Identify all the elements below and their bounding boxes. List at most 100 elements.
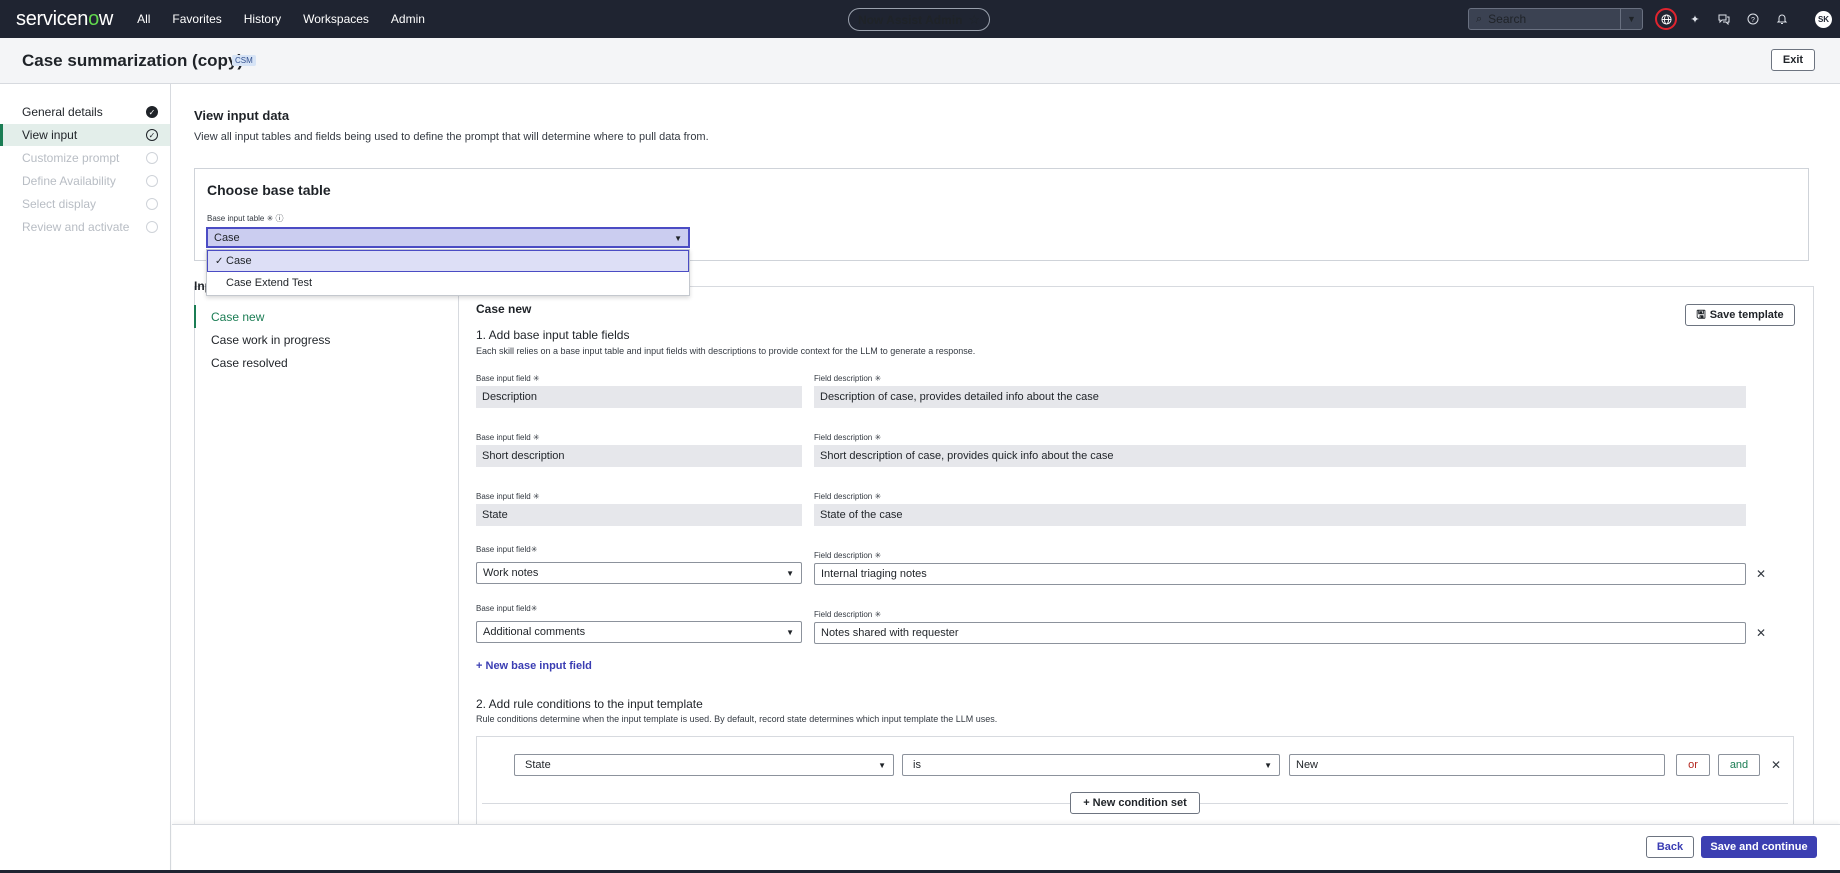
back-button[interactable]: Back: [1646, 836, 1694, 858]
step-label: Define Availability: [22, 174, 116, 188]
avatar[interactable]: SK: [1815, 11, 1832, 28]
search-icon: ⌕: [1476, 12, 1483, 25]
field-label: Base input field ✳: [476, 492, 540, 501]
template-item-case-resolved[interactable]: Case resolved: [194, 351, 458, 374]
footer-bar: [172, 824, 1840, 873]
step-define-availability: Define Availability: [0, 170, 170, 192]
and-button[interactable]: and: [1718, 754, 1760, 776]
base-field-readonly: State: [476, 504, 802, 526]
exit-button[interactable]: Exit: [1771, 49, 1815, 71]
caret-down-icon: ▼: [878, 761, 886, 770]
csm-badge: CSM: [232, 55, 256, 66]
new-condition-set-button[interactable]: + New condition set: [1070, 792, 1200, 814]
or-button[interactable]: or: [1676, 754, 1710, 776]
sparkle-icon[interactable]: ✦: [1686, 10, 1704, 28]
dropdown-option-case-extend-test[interactable]: Case Extend Test: [207, 272, 689, 294]
star-icon[interactable]: ☆: [968, 12, 980, 28]
step2-subtext: Rule conditions determine when the input…: [476, 714, 998, 724]
view-input-subtext: View all input tables and fields being u…: [194, 131, 709, 143]
field-description-input[interactable]: Notes shared with requester: [814, 622, 1746, 644]
base-field-readonly: Description: [476, 386, 802, 408]
remove-field-icon[interactable]: ✕: [1754, 567, 1768, 581]
field-description-readonly: State of the case: [814, 504, 1746, 526]
desc-label: Field description ✳: [814, 374, 882, 383]
save-template-button[interactable]: 🖫 Save template: [1685, 304, 1795, 326]
field-label: Base input field ✳: [476, 433, 540, 442]
nav-link-admin[interactable]: Admin: [391, 12, 425, 26]
base-table-dropdown: ✓ Case Case Extend Test: [206, 249, 690, 296]
chat-icon[interactable]: [1715, 10, 1733, 28]
page-title: Case summarization (copy): [22, 51, 244, 70]
remove-field-icon[interactable]: ✕: [1754, 626, 1768, 640]
desc-label: Field description ✳: [814, 492, 882, 501]
bell-icon[interactable]: [1773, 10, 1791, 28]
step-label: Review and activate: [22, 220, 130, 234]
step-label: Select display: [22, 197, 97, 211]
base-field-select[interactable]: Additional comments ▼: [476, 621, 802, 643]
step-view-input[interactable]: View input ✓: [0, 124, 170, 146]
caret-down-icon: ▼: [674, 234, 682, 243]
dropdown-option-case[interactable]: ✓ Case: [207, 250, 689, 272]
step1-title: 1. Add base input table fields: [476, 328, 630, 342]
required-icon: ✳: [266, 214, 274, 223]
help-icon[interactable]: ?: [1744, 10, 1762, 28]
field-label: Base input field✳: [476, 604, 538, 613]
empty-circle-icon: [146, 175, 158, 187]
step2-title: 2. Add rule conditions to the input temp…: [476, 697, 703, 711]
check-icon: ✓: [215, 255, 224, 267]
caret-down-icon: ▼: [786, 569, 794, 578]
base-field-readonly: Short description: [476, 445, 802, 467]
step-review-activate: Review and activate: [0, 216, 170, 238]
info-icon: ⓘ: [275, 214, 284, 223]
empty-circle-icon: [146, 221, 158, 233]
workspace-name: Now Assist Admin: [857, 12, 963, 27]
condition-box: [476, 736, 1794, 828]
nav-link-workspaces[interactable]: Workspaces: [303, 12, 369, 26]
template-divider: [458, 295, 459, 825]
condition-operator-select[interactable]: is ▼: [902, 754, 1280, 776]
template-title: Case new: [476, 302, 532, 316]
new-base-input-field-button[interactable]: + New base input field: [476, 660, 592, 672]
empty-circle-icon: [146, 152, 158, 164]
template-item-case-new[interactable]: Case new: [194, 305, 458, 328]
save-icon: 🖫: [1696, 308, 1706, 321]
step-label: General details: [22, 105, 103, 119]
globe-icon[interactable]: [1655, 8, 1677, 30]
field-description-readonly: Description of case, provides detailed i…: [814, 386, 1746, 408]
step-label: Customize prompt: [22, 151, 120, 165]
nav-link-history[interactable]: History: [244, 12, 281, 26]
servicenow-logo[interactable]: servicenow: [16, 8, 113, 31]
desc-label: Field description ✳: [814, 610, 882, 619]
check-circle-icon: ✓: [146, 106, 158, 118]
search-input[interactable]: Search: [1488, 12, 1526, 26]
base-field-select[interactable]: Work notes ▼: [476, 562, 802, 584]
step-general-details[interactable]: General details ✓: [0, 101, 170, 123]
field-description-input[interactable]: Internal triaging notes: [814, 563, 1746, 585]
base-table-heading: Choose base table: [207, 182, 331, 198]
step-select-display: Select display: [0, 193, 170, 215]
desc-label: Field description ✳: [814, 551, 882, 560]
field-label: Base input field ✳: [476, 374, 540, 383]
nav-link-all[interactable]: All: [137, 12, 150, 26]
base-table-value: Case: [214, 231, 240, 244]
condition-value-input[interactable]: New: [1289, 754, 1665, 776]
remove-condition-icon[interactable]: ✕: [1769, 758, 1783, 772]
template-item-case-wip[interactable]: Case work in progress: [194, 328, 458, 351]
workspace-pill[interactable]: Now Assist Admin ☆: [848, 8, 990, 31]
chevron-down-icon[interactable]: ▼: [1620, 9, 1642, 29]
nav-links: All Favorites History Workspaces Admin: [137, 12, 425, 26]
plus-icon: +: [476, 660, 483, 672]
condition-field-select[interactable]: State ▼: [514, 754, 894, 776]
template-list: Case new Case work in progress Case reso…: [194, 305, 458, 374]
progress-circle-icon: ✓: [146, 129, 158, 141]
global-search[interactable]: ⌕ Search ▼: [1468, 8, 1643, 30]
field-description-readonly: Short description of case, provides quic…: [814, 445, 1746, 467]
step-label: View input: [22, 128, 78, 142]
title-bar: Case summarization (copy): [0, 38, 1840, 84]
desc-label: Field description ✳: [814, 433, 882, 442]
nav-link-favorites[interactable]: Favorites: [172, 12, 221, 26]
base-table-select[interactable]: Case ▼: [206, 227, 690, 248]
caret-down-icon: ▼: [1264, 761, 1272, 770]
save-and-continue-button[interactable]: Save and continue: [1701, 836, 1817, 858]
step1-subtext: Each skill relies on a base input table …: [476, 346, 976, 356]
